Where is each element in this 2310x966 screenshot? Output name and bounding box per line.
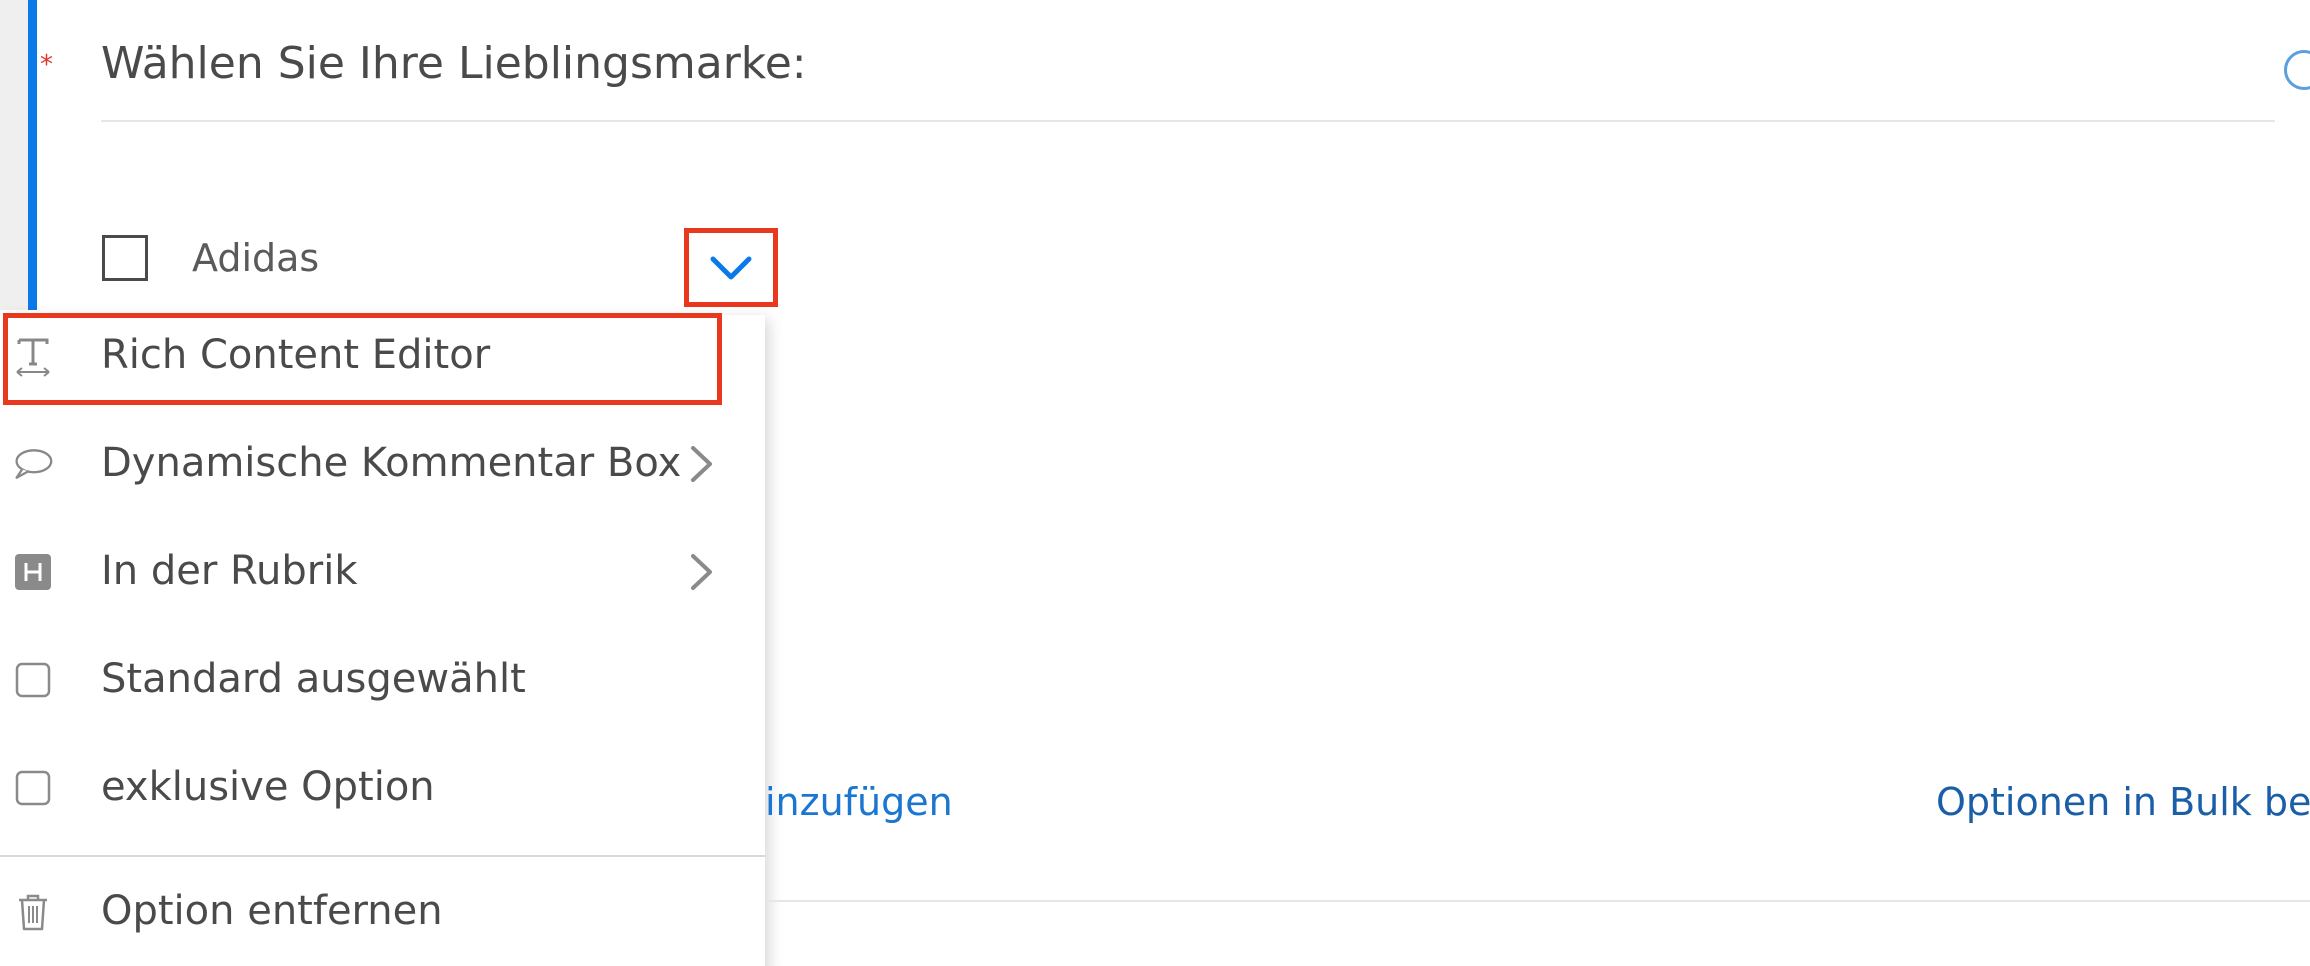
menu-item-label: In der Rubrik — [101, 548, 358, 594]
option-context-menu: Rich Content Editor Dynamische Kommentar… — [0, 315, 765, 966]
menu-item-rich-content-editor[interactable]: Rich Content Editor — [0, 315, 765, 395]
heading-h-icon — [12, 551, 54, 593]
menu-item-exclusive-option[interactable]: exklusive Option — [0, 747, 765, 827]
question-title[interactable]: Wählen Sie Ihre Lieblingsmarke: — [101, 36, 807, 92]
option-checkbox[interactable] — [102, 235, 148, 281]
required-marker: * — [40, 50, 53, 80]
chevron-down-icon — [710, 256, 752, 279]
option-menu-toggle-button[interactable] — [684, 228, 778, 307]
menu-divider — [0, 855, 765, 857]
option-label[interactable]: Adidas — [192, 234, 319, 282]
chevron-right-icon — [691, 446, 712, 482]
menu-item-label: Option entfernen — [101, 888, 443, 934]
text-format-icon — [12, 335, 54, 377]
checkbox-icon — [12, 767, 54, 809]
menu-item-remove-option[interactable]: Option entfernen — [0, 871, 765, 951]
chevron-right-icon — [691, 554, 712, 590]
speech-bubble-icon — [12, 443, 54, 485]
trash-icon — [12, 891, 54, 933]
survey-question-editor: * Wählen Sie Ihre Lieblingsmarke: Adidas… — [0, 0, 2310, 966]
left-gutter — [0, 0, 28, 310]
menu-item-label: Dynamische Kommentar Box — [101, 440, 682, 486]
bulk-edit-link[interactable]: Optionen in Bulk bea — [1936, 778, 2310, 826]
checkbox-icon — [12, 659, 54, 701]
add-option-link[interactable]: inzufügen — [765, 778, 985, 826]
title-divider — [101, 120, 2275, 122]
menu-item-dynamic-comment-box[interactable]: Dynamische Kommentar Box — [0, 423, 765, 503]
active-question-indicator — [28, 0, 37, 310]
menu-item-label: Rich Content Editor — [101, 332, 491, 378]
help-icon[interactable] — [2284, 50, 2310, 90]
menu-item-default-selected[interactable]: Standard ausgewählt — [0, 639, 765, 719]
menu-item-label: Standard ausgewählt — [101, 656, 526, 702]
section-divider — [765, 900, 2310, 902]
menu-item-label: exklusive Option — [101, 764, 435, 810]
menu-item-in-heading[interactable]: In der Rubrik — [0, 531, 765, 611]
